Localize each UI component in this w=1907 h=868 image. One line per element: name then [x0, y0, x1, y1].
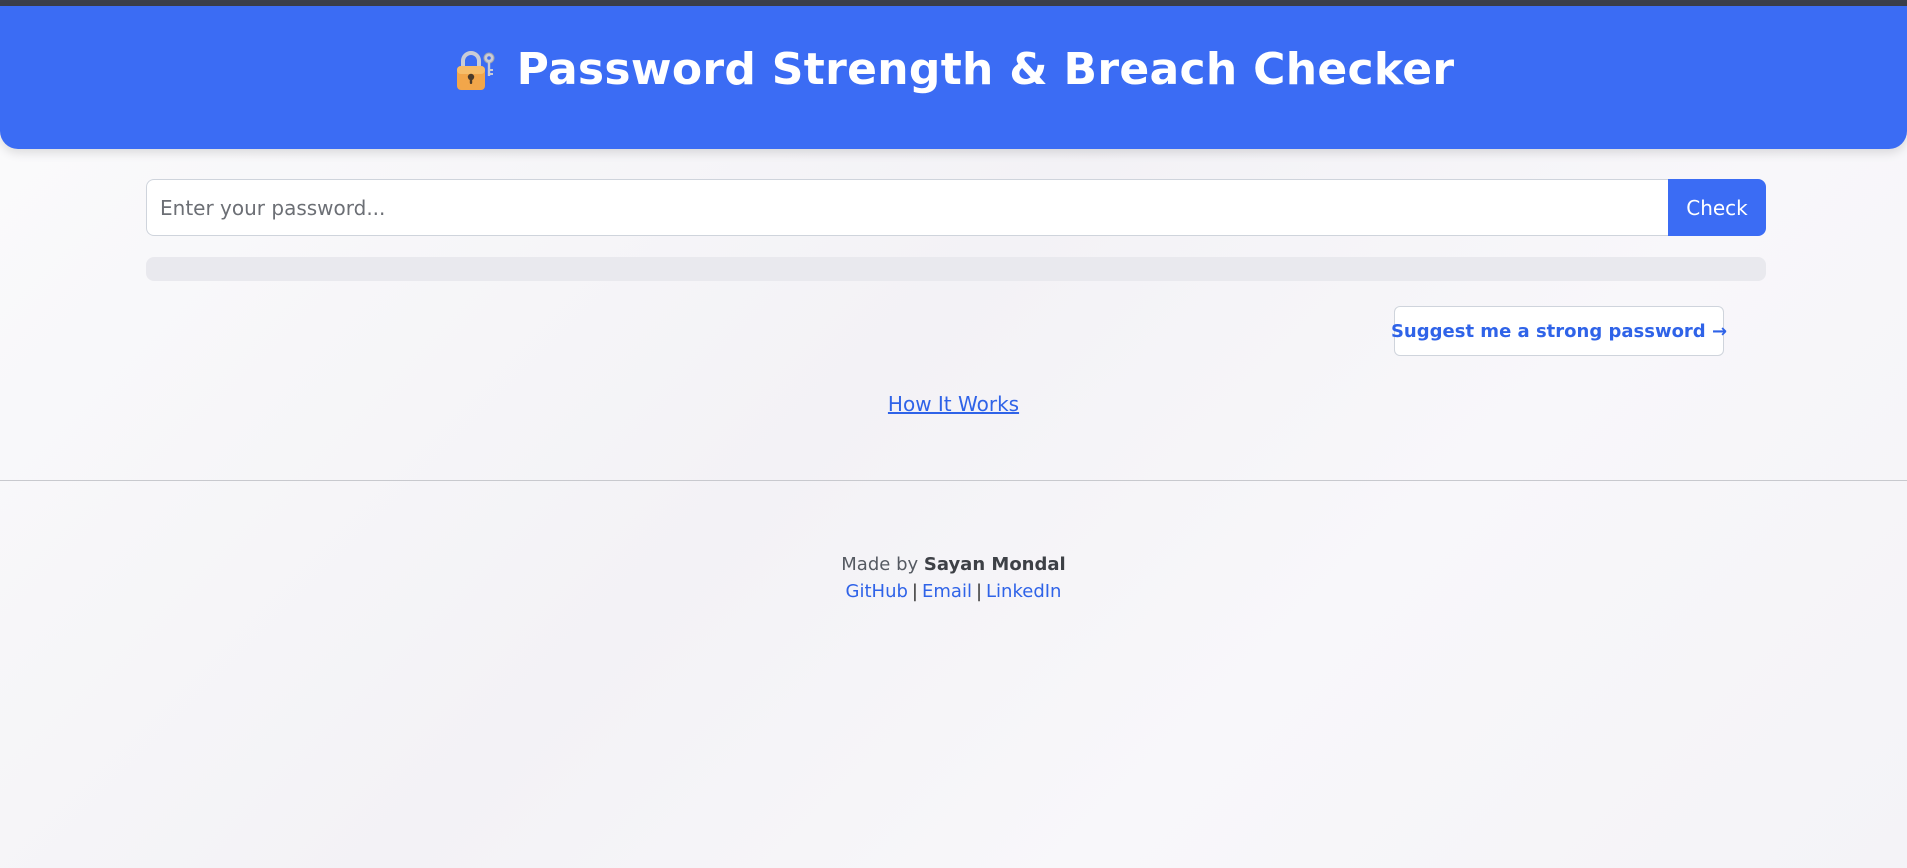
- password-input[interactable]: [146, 179, 1668, 236]
- credit-line: Made by Sayan Mondal: [0, 551, 1907, 578]
- header-title-group: Password Strength & Breach Checker: [0, 40, 1907, 100]
- footer-links: GitHub | Email | LinkedIn: [0, 578, 1907, 605]
- linkedin-link[interactable]: LinkedIn: [986, 581, 1061, 602]
- author-name: Sayan Mondal: [923, 554, 1066, 575]
- page-header: Password Strength & Breach Checker: [0, 6, 1907, 149]
- github-link[interactable]: GitHub: [846, 581, 908, 602]
- footer-divider: [0, 480, 1907, 481]
- link-separator: |: [975, 581, 983, 602]
- password-form: Check: [146, 179, 1766, 236]
- page-footer: Made by Sayan Mondal GitHub | Email | Linked…: [0, 551, 1907, 605]
- check-button[interactable]: Check: [1668, 179, 1766, 236]
- suggest-password-button[interactable]: Suggest me a strong password →: [1391, 306, 1727, 356]
- strength-meter: [146, 257, 1766, 281]
- lock-with-key-icon: [453, 48, 497, 92]
- email-link[interactable]: Email: [922, 581, 972, 602]
- link-separator: |: [911, 581, 918, 602]
- made-by-label: Made by: [841, 554, 919, 575]
- how-it-works-link[interactable]: How It Works: [888, 392, 1019, 416]
- page-title: Password Strength & Breach Checker: [516, 44, 1455, 95]
- how-it-works-row: How It Works: [0, 392, 1907, 416]
